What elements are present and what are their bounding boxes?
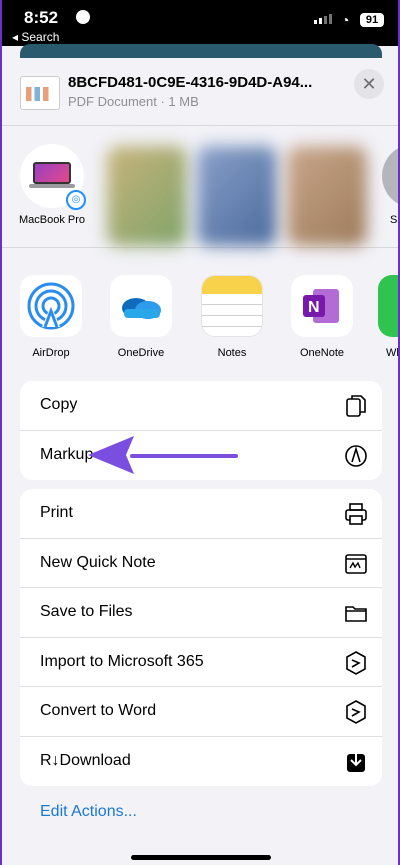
- app-label: OneDrive: [117, 347, 165, 359]
- action-print[interactable]: Print: [20, 489, 382, 539]
- close-icon: ✕: [361, 74, 377, 94]
- airdrop-people-row: ◎ MacBook Pro Sa: [2, 126, 398, 248]
- action-label: New Quick Note: [40, 553, 156, 571]
- action-label: Copy: [40, 396, 78, 413]
- blurred-contact[interactable]: [197, 146, 277, 246]
- app-label: OneNote: [299, 347, 345, 359]
- whatsapp-icon: [378, 275, 398, 337]
- share-sheet-header: 8BCFD481-0C9E-4316-9D4D-A94... PDF Docum…: [2, 58, 398, 126]
- battery-indicator: 91: [360, 13, 384, 27]
- action-label: Import to Microsoft 365: [40, 652, 204, 670]
- back-to-search-link[interactable]: ◂ Search: [12, 30, 59, 44]
- folder-icon: [345, 606, 367, 622]
- app-label: Wh: [386, 347, 398, 359]
- person-label: MacBook Pro: [18, 214, 86, 226]
- onenote-icon: N: [291, 275, 353, 337]
- actions-group-2: Print New Quick Note Save to Files Impor…: [20, 489, 382, 786]
- action-label: R↓Download: [40, 751, 131, 769]
- app-airdrop[interactable]: AirDrop: [16, 275, 86, 359]
- location-icon: [76, 10, 90, 24]
- action-save-to-files[interactable]: Save to Files: [20, 588, 382, 638]
- svg-text:N: N: [308, 299, 320, 316]
- file-thumbnail: [20, 76, 60, 110]
- wifi-icon: ◔: [341, 12, 350, 28]
- notes-icon: [201, 275, 263, 337]
- app-label: AirDrop: [32, 347, 70, 359]
- action-label: Convert to Word: [40, 702, 157, 719]
- copy-icon: [346, 395, 366, 417]
- file-meta: PDF Document · 1 MB: [68, 94, 199, 109]
- quick-note-icon: [345, 553, 367, 574]
- cellular-signal-icon: [314, 14, 332, 24]
- app-onedrive[interactable]: OneDrive: [106, 275, 176, 359]
- action-new-quick-note[interactable]: New Quick Note: [20, 539, 382, 588]
- markup-icon: [345, 444, 367, 467]
- status-time: 8:52: [24, 8, 59, 27]
- avatar: [382, 144, 398, 208]
- app-whatsapp[interactable]: Wh: [378, 275, 398, 359]
- person-macbook-pro[interactable]: ◎ MacBook Pro: [17, 144, 87, 227]
- share-apps-row: AirDrop OneDrive Notes N OneNote W: [2, 248, 398, 370]
- microsoft-365-icon: [346, 650, 366, 675]
- action-label: Print: [40, 504, 73, 521]
- file-name: 8BCFD481-0C9E-4316-9D4D-A94...: [68, 74, 313, 91]
- app-onenote[interactable]: N OneNote: [287, 275, 357, 359]
- action-import-to-microsoft-365[interactable]: Import to Microsoft 365: [20, 638, 382, 687]
- home-indicator: [131, 855, 271, 860]
- print-icon: [345, 503, 367, 525]
- blurred-contact[interactable]: [107, 146, 187, 246]
- person-label: Sa: [390, 214, 398, 226]
- microsoft-365-icon: [346, 700, 366, 724]
- airdrop-badge-icon: ◎: [66, 190, 86, 210]
- person-partial[interactable]: Sa: [382, 144, 398, 227]
- app-notes[interactable]: Notes: [197, 275, 267, 359]
- action-copy[interactable]: Copy: [20, 381, 382, 431]
- edit-actions-link[interactable]: Edit Actions...: [40, 803, 137, 821]
- onedrive-icon: [110, 275, 172, 337]
- close-button[interactable]: ✕: [354, 69, 384, 99]
- action-r-download[interactable]: R↓Download: [20, 737, 382, 787]
- action-convert-to-word[interactable]: Convert to Word: [20, 687, 382, 737]
- app-label: Notes: [217, 347, 247, 359]
- blurred-contact[interactable]: [287, 146, 367, 246]
- airdrop-icon: [20, 275, 82, 337]
- action-label: Save to Files: [40, 603, 133, 620]
- annotation-arrow: [88, 436, 238, 474]
- download-icon: [347, 750, 365, 772]
- status-bar: 8:52 ◂ Search ◔ 91: [2, 0, 398, 46]
- phone-screen: 8:52 ◂ Search ◔ 91 8BCFD481-0C9E-4316-9D…: [2, 0, 398, 865]
- laptop-icon: [33, 162, 71, 184]
- macbook-avatar: ◎: [20, 144, 86, 210]
